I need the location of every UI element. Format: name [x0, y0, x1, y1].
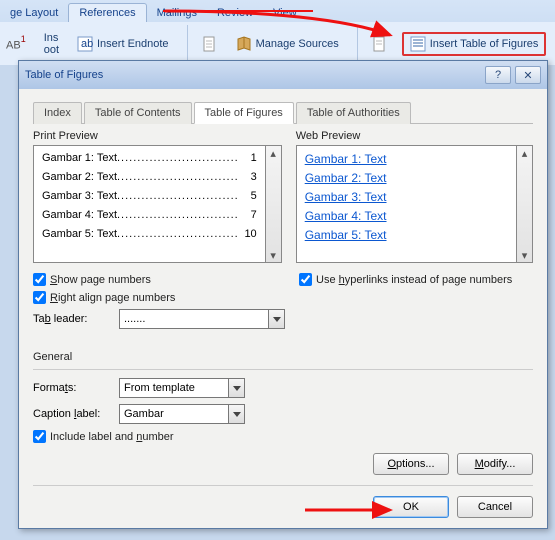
tab-table-of-contents[interactable]: Table of Contents [84, 102, 192, 124]
caption-label-label: Caption label: [33, 408, 113, 420]
right-align-label: Right align page numbers [50, 292, 175, 304]
svg-text:ab: ab [81, 38, 93, 50]
scroll-down-icon[interactable]: ▾ [517, 248, 532, 262]
ribbon-divider [187, 25, 188, 63]
insert-endnote-label: Insert Endnote [97, 38, 169, 50]
caption-label-dropdown-button[interactable] [229, 404, 245, 424]
web-preview-box: Gambar 1: TextGambar 2: TextGambar 3: Te… [296, 145, 517, 263]
sources-doc-icon [202, 36, 218, 52]
show-page-numbers-label: Show page numbers [50, 274, 151, 286]
web-preview-link[interactable]: Gambar 2: Text [305, 171, 508, 190]
table-of-figures-dialog: Table of Figures ? ✕ Index Table of Cont… [18, 60, 548, 529]
web-preview-link[interactable]: Gambar 5: Text [305, 228, 508, 247]
web-preview-scrollbar[interactable]: ▴ ▾ [517, 145, 533, 263]
manage-sources-button[interactable]: Manage Sources [232, 34, 343, 54]
right-align-checkbox[interactable]: Right align page numbers [33, 291, 285, 304]
print-preview-entry: Gambar 2: Text..........................… [42, 171, 257, 190]
endnote-icon: ab [77, 36, 93, 52]
insert-table-of-figures-button[interactable]: Insert Table of Figures [402, 32, 547, 56]
tab-view[interactable]: View [263, 4, 307, 22]
print-preview-box: Gambar 1: Text..........................… [33, 145, 266, 263]
oot-fragment: oot [44, 44, 59, 56]
tab-leader-label: Tab leader: [33, 313, 113, 325]
manage-sources-label: Manage Sources [256, 38, 339, 50]
use-hyperlinks-input[interactable] [299, 273, 312, 286]
tab-leader-input[interactable] [119, 309, 269, 329]
ribbon-body: AB1 Ins oot ab Insert Endnote Manage Sou… [0, 22, 555, 65]
chevron-down-icon [233, 412, 241, 417]
print-preview-entry: Gambar 3: Text..........................… [42, 190, 257, 209]
print-preview-entry: Gambar 5: Text..........................… [42, 228, 257, 247]
formats-label: Formats: [33, 382, 113, 394]
tab-page-layout[interactable]: ge Layout [0, 4, 68, 22]
close-button[interactable]: ✕ [515, 66, 541, 84]
use-hyperlinks-checkbox[interactable]: Use hyperlinks instead of page numbers [299, 273, 533, 286]
ribbon-divider-2 [357, 25, 358, 63]
help-icon: ? [495, 69, 501, 81]
dialog-tabs: Index Table of Contents Table of Figures… [33, 101, 533, 124]
caption-label-combo[interactable] [119, 404, 245, 424]
web-preview-link[interactable]: Gambar 4: Text [305, 209, 508, 228]
show-page-numbers-checkbox[interactable]: Show page numbers [33, 273, 285, 286]
web-preview-link[interactable]: Gambar 1: Text [305, 152, 508, 171]
formats-dropdown-button[interactable] [229, 378, 245, 398]
tof-doc-icon [372, 36, 388, 52]
scroll-up-icon[interactable]: ▴ [517, 146, 532, 160]
annotation-strike [163, 10, 313, 12]
scroll-down-icon[interactable]: ▾ [266, 248, 281, 262]
include-label-checkbox[interactable]: Include label and number [33, 430, 533, 443]
ribbon: ge Layout References Mailings Review Vie… [0, 0, 555, 65]
tab-table-of-authorities[interactable]: Table of Authorities [296, 102, 411, 124]
book-icon [236, 36, 252, 52]
options-button[interactable]: Options... [373, 453, 449, 475]
tof-icon [410, 36, 426, 52]
web-preview-link[interactable]: Gambar 3: Text [305, 190, 508, 209]
formats-input[interactable] [119, 378, 229, 398]
tab-index[interactable]: Index [33, 102, 82, 124]
tab-mailings[interactable]: Mailings [147, 4, 207, 22]
modify-button[interactable]: Modify... [457, 453, 533, 475]
tab-references[interactable]: References [68, 3, 146, 22]
show-page-numbers-input[interactable] [33, 273, 46, 286]
include-label-text: Include label and number [50, 431, 174, 443]
chevron-down-icon [233, 386, 241, 391]
caption-label-input[interactable] [119, 404, 229, 424]
close-icon: ✕ [523, 69, 532, 82]
chevron-down-icon [273, 317, 281, 322]
scroll-up-icon[interactable]: ▴ [266, 146, 281, 160]
ok-button[interactable]: OK [373, 496, 449, 518]
print-preview-label: Print Preview [33, 130, 282, 142]
insert-endnote-button[interactable]: ab Insert Endnote [73, 34, 173, 54]
print-preview-entry: Gambar 4: Text..........................… [42, 209, 257, 228]
right-align-input[interactable] [33, 291, 46, 304]
print-preview-entry: Gambar 1: Text..........................… [42, 152, 257, 171]
dialog-titlebar: Table of Figures ? ✕ [19, 61, 547, 89]
insert-tof-label: Insert Table of Figures [430, 38, 539, 50]
dialog-title: Table of Figures [25, 69, 103, 81]
general-label: General [33, 351, 533, 363]
ins-fragment: Ins [44, 32, 59, 44]
web-preview-label: Web Preview [296, 130, 533, 142]
footnote-label: AB1 [6, 34, 26, 53]
use-hyperlinks-label: Use hyperlinks instead of page numbers [316, 274, 512, 286]
tab-leader-dropdown-button[interactable] [269, 309, 285, 329]
tab-review[interactable]: Review [207, 4, 263, 22]
include-label-input[interactable] [33, 430, 46, 443]
print-preview-scrollbar[interactable]: ▴ ▾ [266, 145, 282, 263]
tab-leader-combo[interactable] [119, 309, 285, 329]
cancel-button[interactable]: Cancel [457, 496, 533, 518]
formats-combo[interactable] [119, 378, 245, 398]
tab-table-of-figures[interactable]: Table of Figures [194, 102, 294, 124]
help-button[interactable]: ? [485, 66, 511, 84]
